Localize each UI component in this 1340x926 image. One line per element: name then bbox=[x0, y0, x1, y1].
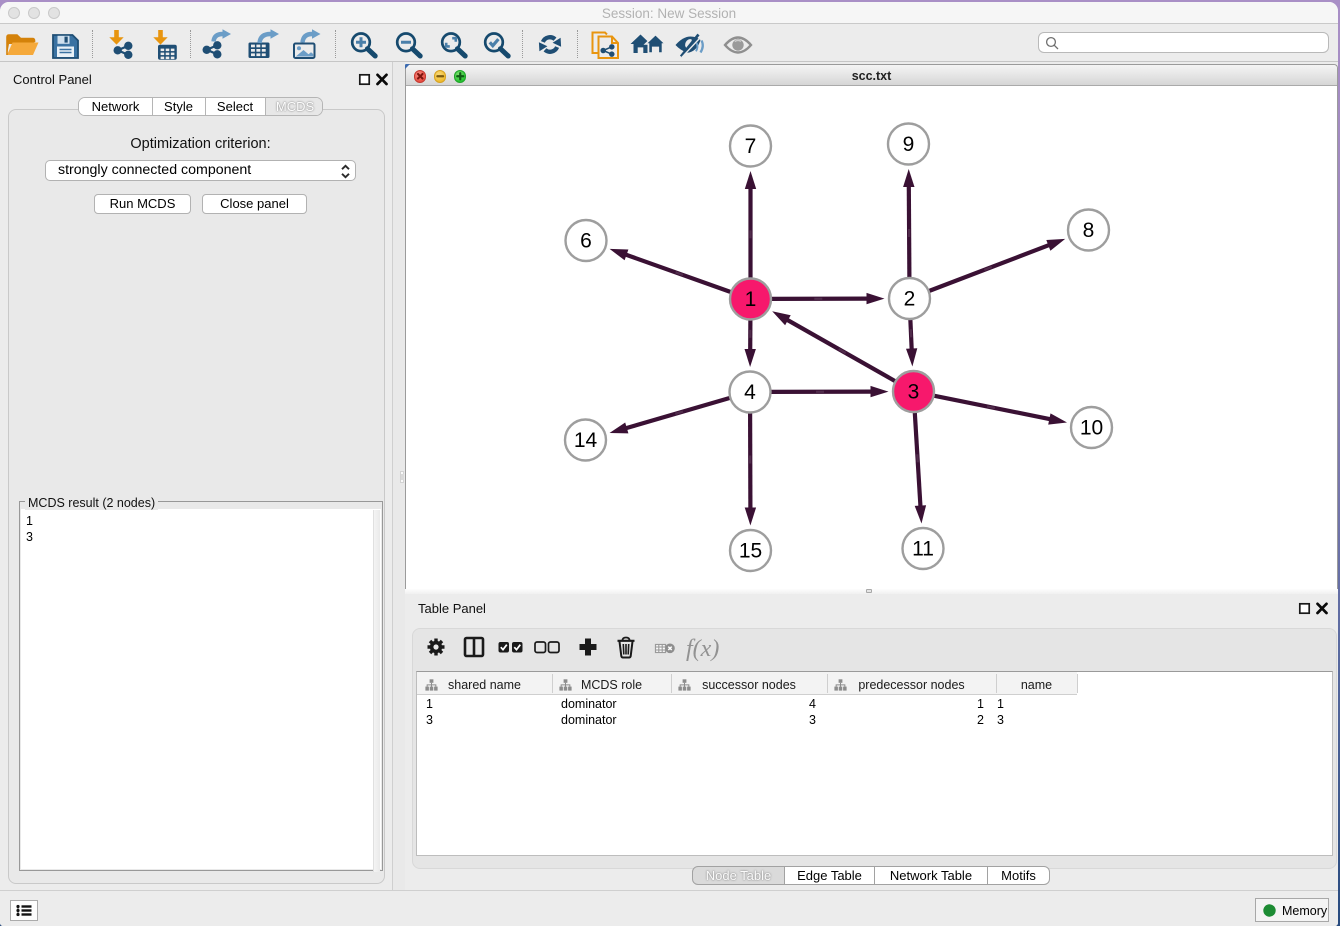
svg-text:1: 1 bbox=[745, 288, 757, 311]
svg-text:2: 2 bbox=[904, 288, 916, 311]
svg-text:11: 11 bbox=[912, 538, 934, 561]
svg-text:7: 7 bbox=[745, 135, 757, 158]
svg-text:9: 9 bbox=[903, 133, 915, 156]
svg-text:15: 15 bbox=[739, 540, 762, 563]
svg-text:8: 8 bbox=[1083, 219, 1095, 242]
svg-text:6: 6 bbox=[580, 230, 592, 253]
svg-text:4: 4 bbox=[744, 381, 756, 404]
svg-text:3: 3 bbox=[908, 381, 920, 404]
svg-text:10: 10 bbox=[1080, 417, 1103, 440]
svg-text:14: 14 bbox=[574, 429, 598, 452]
svg-text:f(x): f(x) bbox=[686, 636, 719, 662]
